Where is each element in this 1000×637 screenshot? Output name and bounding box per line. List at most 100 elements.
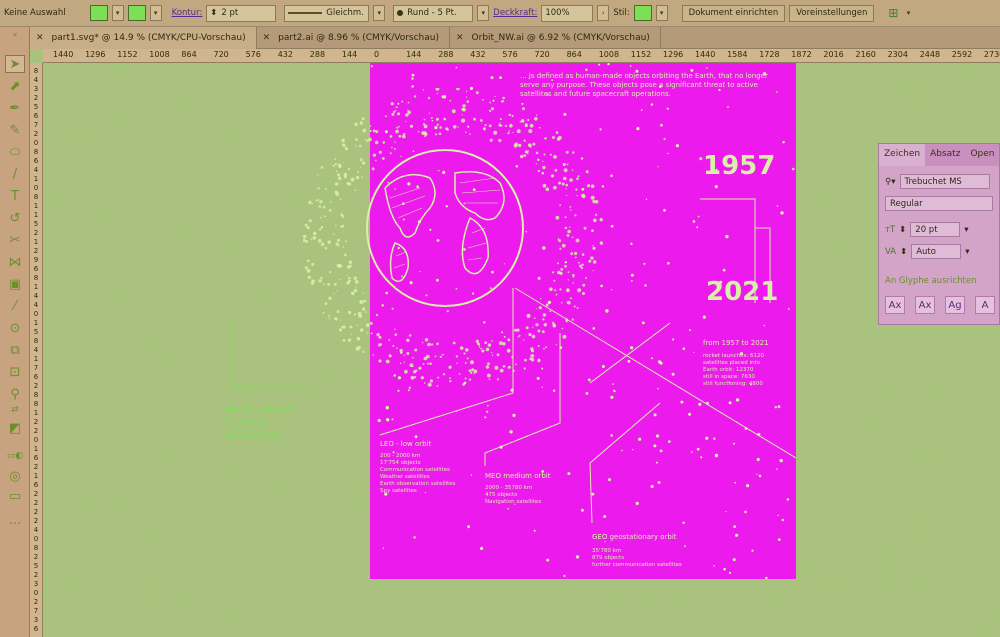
orbit-dot — [328, 296, 332, 300]
paintbrush-tool-icon[interactable]: / — [5, 165, 25, 183]
ruler-tick-label: 1008 — [598, 50, 620, 59]
character-panel[interactable]: Zeichen Absatz Open ⚲▾ Trebuchet MS Regu… — [878, 143, 1000, 325]
stepper-icon[interactable]: ⬍ — [210, 8, 217, 18]
tab-orbit-nw[interactable]: ✕ Orbit_NW.ai @ 6.92 % (CMYK/Vorschau) — [450, 27, 661, 49]
deckkraft-label[interactable]: Deckkraft: — [493, 8, 537, 18]
panel-collapse-icon[interactable]: « — [5, 29, 25, 39]
orbit-dot — [320, 276, 323, 280]
orbit-dot — [530, 146, 532, 148]
font-family-field[interactable]: Trebuchet MS — [899, 174, 990, 189]
tab-part2[interactable]: ✕ part2.ai @ 8.96 % (CMYK/Vorschau) — [257, 27, 450, 49]
artboard-tool-icon[interactable]: ⊡ — [5, 363, 25, 381]
font-style-field[interactable]: Regular — [885, 196, 993, 211]
align-glyph-bounds-icon[interactable]: Ax — [885, 296, 905, 314]
vertical-ruler[interactable]: 8432567208641081152129681440158417628812… — [30, 63, 43, 637]
chevron-down-icon[interactable]: ▾ — [965, 247, 969, 257]
font-size-field[interactable]: 20 pt — [910, 222, 961, 237]
ruler-tick-label: 7 — [33, 121, 39, 129]
shape-builder-tool-icon[interactable]: ⧉ — [5, 341, 25, 359]
draw-mode-icon[interactable]: ◎ — [5, 467, 25, 485]
align-glyph-more-icon[interactable]: A — [975, 296, 995, 314]
stepper-icon[interactable]: ⬍ — [900, 247, 907, 257]
orbit-dot — [537, 345, 540, 347]
document-setup-button[interactable]: Dokument einrichten — [681, 4, 786, 22]
orbit-dot — [528, 332, 532, 337]
orbit-dot — [366, 139, 369, 142]
orbit-dot — [599, 218, 603, 222]
zoom-tool-icon[interactable]: ⚲ — [5, 385, 25, 403]
brush-dropdown[interactable]: ▾ — [477, 5, 490, 21]
selection-tool-icon[interactable]: ➤ — [5, 55, 25, 73]
preferences-button[interactable]: Voreinstellungen — [789, 4, 875, 22]
close-icon[interactable]: ✕ — [263, 33, 271, 43]
canvas[interactable]: high frequency zone 600 - 1'000 km prefe… — [43, 63, 1000, 637]
close-icon[interactable]: ✕ — [456, 33, 464, 43]
orbit-dot — [526, 313, 531, 318]
stil-dropdown[interactable]: ▾ — [655, 5, 668, 21]
orbit-dot — [336, 290, 338, 292]
stroke-dropdown[interactable]: ▾ — [149, 5, 162, 21]
arrange-dropdown[interactable]: ▾ — [902, 5, 914, 21]
stil-swatch[interactable] — [633, 5, 652, 21]
tab-open[interactable]: Open — [965, 144, 999, 166]
ruler-tick-label: 2 — [33, 247, 39, 255]
more-tools-icon[interactable]: … — [5, 511, 25, 529]
leading-field[interactable]: Auto — [911, 244, 962, 259]
ellipse-tool-icon[interactable]: ⬭ — [5, 143, 25, 161]
orbit-dot — [467, 125, 470, 128]
tab-zeichen[interactable]: Zeichen — [879, 144, 926, 166]
brush-field[interactable]: Rund - 5 Pt. — [393, 4, 474, 22]
align-anchor-icon[interactable]: Ag — [945, 296, 965, 314]
color-mode-icon[interactable]: ▭◐ — [5, 447, 25, 465]
fill-dropdown[interactable]: ▾ — [111, 5, 124, 21]
screen-mode-icon[interactable]: ▭ — [5, 487, 25, 505]
deckkraft-dropdown[interactable]: › — [597, 5, 610, 21]
swap-colors-icon[interactable]: ⇄ — [5, 405, 25, 415]
scissors-tool-icon[interactable]: ✂ — [5, 231, 25, 249]
debris-dot — [912, 94, 915, 97]
close-icon[interactable]: ✕ — [36, 33, 44, 43]
ruler-tick-label: 0 — [374, 50, 380, 59]
debris-dot — [78, 141, 81, 143]
horizontal-ruler[interactable]: 1440 1296 1152 1008 864 720 576 432 288 144 0 144 28… — [43, 49, 1000, 63]
direct-selection-tool-icon[interactable]: ⬈ — [5, 77, 25, 95]
ruler-tick-label: 6 — [33, 373, 39, 381]
type-tool-icon[interactable]: T — [5, 187, 25, 205]
orbit-dot — [354, 122, 358, 127]
ruler-tick-label: 2 — [33, 508, 39, 516]
search-icon[interactable]: ⚲▾ — [885, 177, 896, 187]
eyedropper-tool-icon[interactable]: ⁄ — [5, 297, 25, 315]
arrange-icon[interactable]: ⊞ — [888, 6, 898, 20]
curvature-tool-icon[interactable]: ✎ — [5, 121, 25, 139]
orbit-dot — [424, 338, 429, 342]
fill-swatch[interactable] — [89, 5, 108, 21]
blend-tool-icon[interactable]: ⊙ — [5, 319, 25, 337]
fill-stroke-icon[interactable]: ◩ — [5, 419, 25, 437]
ruler-tick-label: 1 — [33, 472, 39, 480]
kontur-label[interactable]: Kontur: — [172, 8, 203, 18]
chevron-down-icon[interactable]: ▾ — [964, 225, 968, 235]
tab-part1[interactable]: ✕ part1.svg* @ 14.9 % (CMYK/CPU-Vorschau) — [30, 27, 257, 49]
orbit-dot — [555, 344, 557, 346]
debris-dot — [148, 590, 151, 593]
align-em-box-icon[interactable]: Ax — [915, 296, 935, 314]
rotate-tool-icon[interactable]: ↺ — [5, 209, 25, 227]
orbit-dot — [456, 88, 460, 91]
width-tool-icon[interactable]: ⋈ — [5, 253, 25, 271]
orbit-dot — [335, 242, 339, 246]
kontur-field[interactable]: ⬍ 2 pt — [206, 4, 277, 22]
orbit-dot — [374, 159, 377, 162]
orbit-dot — [391, 112, 395, 116]
stroke-style-dropdown[interactable]: ▾ — [373, 5, 386, 21]
tab-absatz[interactable]: Absatz — [925, 144, 965, 166]
orbit-dot — [537, 329, 541, 333]
gradient-tool-icon[interactable]: ▣ — [5, 275, 25, 293]
stepper-icon[interactable]: ⬍ — [899, 225, 906, 235]
stroke-swatch[interactable] — [127, 5, 146, 21]
pen-tool-icon[interactable]: ✒ — [5, 99, 25, 117]
orbit-dot — [359, 121, 363, 125]
orbit-dot — [508, 130, 510, 132]
orbit-dot — [436, 92, 438, 95]
deckkraft-field[interactable]: 100% — [541, 4, 594, 22]
stroke-style-field[interactable]: Gleichm. — [284, 4, 370, 22]
